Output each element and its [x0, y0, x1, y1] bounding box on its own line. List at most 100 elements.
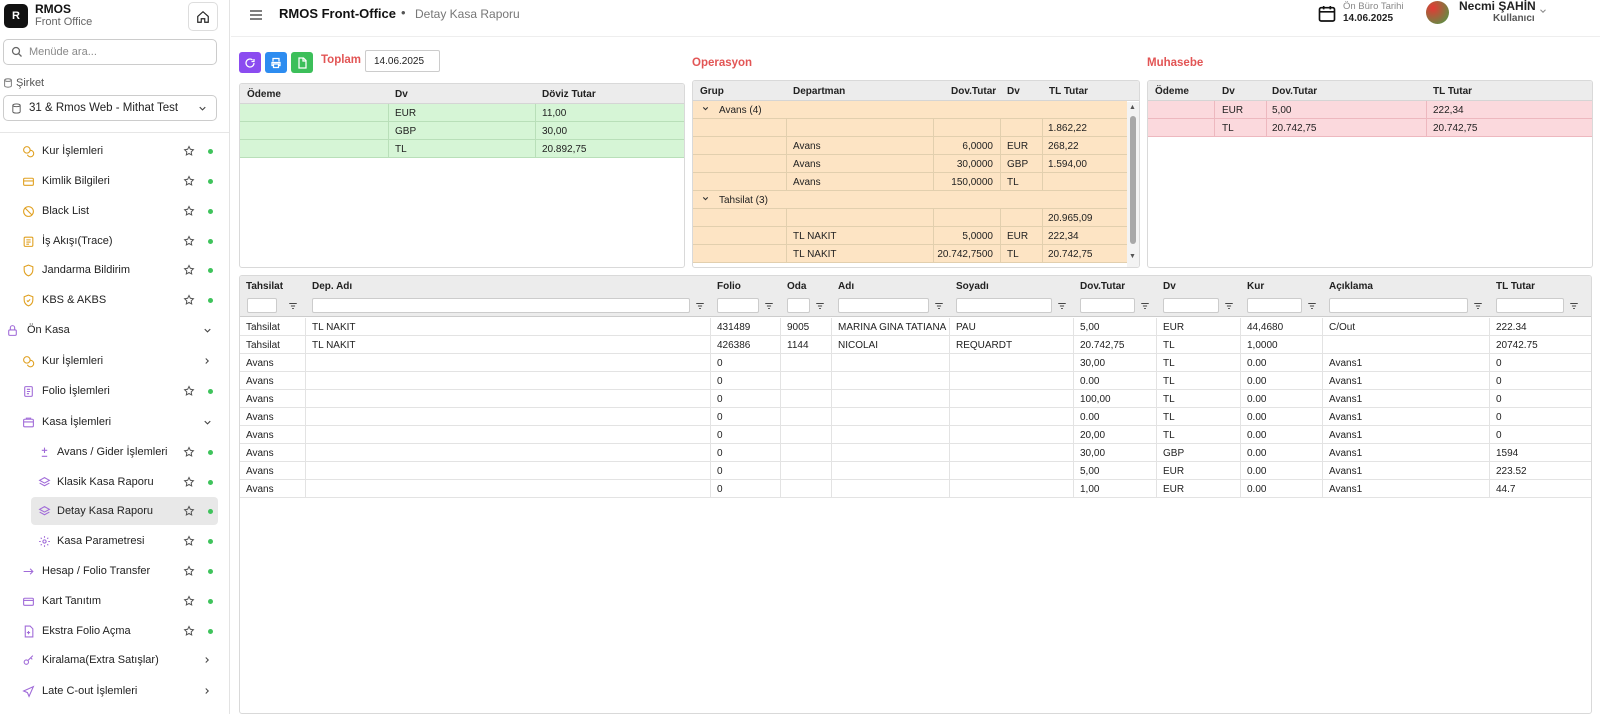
sidebar-item[interactable]: Late C-out İşlemleri [0, 677, 229, 705]
menu-search-input[interactable]: Menüde ara... [3, 39, 217, 65]
filter-input[interactable] [787, 298, 810, 313]
sidebar-item[interactable]: Kart Tanıtım [0, 587, 229, 615]
star-icon[interactable] [183, 385, 195, 400]
sidebar-item[interactable]: Black List [0, 197, 229, 225]
chevron-down-icon[interactable] [701, 194, 710, 206]
sidebar-item[interactable]: Avans / Gider İşlemleri [0, 438, 229, 466]
star-icon[interactable] [183, 205, 195, 220]
table-row[interactable]: EUR 5,00 222,34 [1148, 101, 1592, 119]
filter-icon[interactable] [764, 301, 774, 314]
star-icon[interactable] [183, 595, 195, 610]
filter-input[interactable] [247, 298, 277, 313]
table-row[interactable]: GBP 30,00 [240, 122, 684, 140]
sidebar-item[interactable]: Kiralama(Extra Satışlar) [0, 646, 229, 674]
scrollbar-thumb[interactable] [1130, 116, 1136, 244]
table-row[interactable]: 1.862,22 [693, 119, 1127, 137]
filter-input[interactable] [1247, 298, 1302, 313]
table-row[interactable]: Avans 0 5,00 EUR 0.00 Avans1 223.52 [240, 462, 1591, 480]
filter-icon[interactable] [815, 301, 825, 314]
operasyon-scrollbar[interactable]: ▲ ▼ [1127, 102, 1139, 267]
table-row[interactable]: Avans 0 20,00 TL 0.00 Avans1 0 [240, 426, 1591, 444]
star-icon[interactable] [183, 145, 195, 160]
table-row[interactable]: TL NAKIT 20.742,7500 TL 20.742,75 [693, 245, 1127, 263]
star-icon[interactable] [183, 446, 195, 461]
filter-input[interactable] [956, 298, 1052, 313]
table-row[interactable]: Tahsilat TL NAKIT 431489 9005 MARINA GINA TA… [240, 318, 1591, 336]
filter-input[interactable] [312, 298, 690, 313]
filter-input[interactable] [1163, 298, 1219, 313]
company-select[interactable]: 31 & Rmos Web - Mithat Test [3, 95, 217, 121]
filter-icon[interactable] [1569, 301, 1579, 314]
star-icon[interactable] [183, 535, 195, 550]
table-row[interactable]: Avans 30,0000 GBP 1.594,00 [693, 155, 1127, 173]
chevron-down-icon[interactable] [701, 104, 710, 116]
table-row[interactable]: TL 20.742,75 20.742,75 [1148, 119, 1592, 137]
table-row[interactable]: Avans 0 30,00 TL 0.00 Avans1 0 [240, 354, 1591, 372]
sidebar-item[interactable]: Kimlik Bilgileri [0, 167, 229, 195]
filter-input[interactable] [1080, 298, 1135, 313]
sidebar-item[interactable]: KBS & AKBS [0, 286, 229, 314]
filter-icon[interactable] [934, 301, 944, 314]
scroll-down-icon[interactable]: ▼ [1129, 253, 1136, 260]
user-name[interactable]: Necmi ŞAHİN [1459, 0, 1536, 13]
filter-icon[interactable] [288, 301, 298, 314]
star-icon[interactable] [183, 235, 195, 250]
sidebar-item[interactable]: Kasa İşlemleri [0, 408, 229, 436]
table-row[interactable]: Avans 0 100,00 TL 0.00 Avans1 0 [240, 390, 1591, 408]
avatar[interactable] [1426, 1, 1449, 24]
hamburger-icon[interactable] [248, 7, 264, 23]
sidebar-item[interactable]: İş Akışı(Trace) [0, 227, 229, 255]
sidebar-item[interactable]: Hesap / Folio Transfer [0, 557, 229, 585]
table-row[interactable]: TL 20.892,75 [240, 140, 684, 158]
report-date-input[interactable]: 14.06.2025 [365, 50, 440, 72]
export-button[interactable] [291, 52, 313, 73]
filter-icon[interactable] [695, 301, 705, 314]
table-row[interactable]: Avans 0 30,00 GBP 0.00 Avans1 1594 [240, 444, 1591, 462]
star-icon[interactable] [183, 476, 195, 491]
sidebar-item[interactable]: Kur İşlemleri [0, 137, 229, 165]
table-row[interactable]: Tahsilat TL NAKIT 426386 1144 NICOLAI REQUARD… [240, 336, 1591, 354]
chevron-right-icon[interactable] [202, 655, 212, 668]
table-row[interactable]: Avans 6,0000 EUR 268,22 [693, 137, 1127, 155]
table-row[interactable]: Avans 0 0.00 TL 0.00 Avans1 0 [240, 408, 1591, 426]
table-row[interactable]: Avans 0 0.00 TL 0.00 Avans1 0 [240, 372, 1591, 390]
refresh-button[interactable] [239, 52, 261, 73]
table-row[interactable]: Avans 150,0000 TL [693, 173, 1127, 191]
table-row[interactable]: TL NAKIT 5,0000 EUR 222,34 [693, 227, 1127, 245]
sidebar-item[interactable]: Detay Kasa Raporu [31, 497, 218, 525]
sidebar-item[interactable]: Kasa Parametresi [0, 527, 229, 555]
filter-icon[interactable] [1057, 301, 1067, 314]
sidebar-item[interactable]: Jandarma Bildirim [0, 256, 229, 284]
chevron-down-icon[interactable] [1538, 6, 1548, 16]
group-row[interactable]: Tahsilat (3) [693, 191, 1127, 209]
table-row[interactable]: 20.965,09 [693, 209, 1127, 227]
sidebar-item[interactable]: Folio İşlemleri [0, 377, 229, 405]
filter-input[interactable] [1329, 298, 1468, 313]
chevron-down-icon[interactable] [202, 325, 213, 339]
filter-icon[interactable] [1224, 301, 1234, 314]
chevron-right-icon[interactable] [202, 686, 212, 699]
star-icon[interactable] [183, 175, 195, 190]
chevron-down-icon[interactable] [202, 417, 213, 431]
scroll-up-icon[interactable]: ▲ [1129, 104, 1136, 111]
filter-input[interactable] [717, 298, 759, 313]
filter-input[interactable] [838, 298, 929, 313]
star-icon[interactable] [183, 625, 195, 640]
calendar-icon[interactable] [1317, 3, 1337, 24]
filter-icon[interactable] [1473, 301, 1483, 314]
print-button[interactable] [265, 52, 287, 73]
star-icon[interactable] [183, 294, 195, 309]
chevron-right-icon[interactable] [202, 356, 212, 369]
star-icon[interactable] [183, 565, 195, 580]
home-button[interactable] [188, 2, 218, 31]
filter-input[interactable] [1496, 298, 1564, 313]
filter-icon[interactable] [1140, 301, 1150, 314]
filter-icon[interactable] [1307, 301, 1317, 314]
star-icon[interactable] [183, 505, 195, 520]
table-row[interactable]: Avans 0 1,00 EUR 0.00 Avans1 44.7 [240, 480, 1591, 498]
sidebar-item[interactable]: Kur İşlemleri [0, 347, 229, 375]
sidebar-item[interactable]: Ekstra Folio Açma [0, 617, 229, 645]
table-row[interactable]: EUR 11,00 [240, 104, 684, 122]
sidebar-item[interactable]: Klasik Kasa Raporu [0, 468, 229, 496]
star-icon[interactable] [183, 264, 195, 279]
